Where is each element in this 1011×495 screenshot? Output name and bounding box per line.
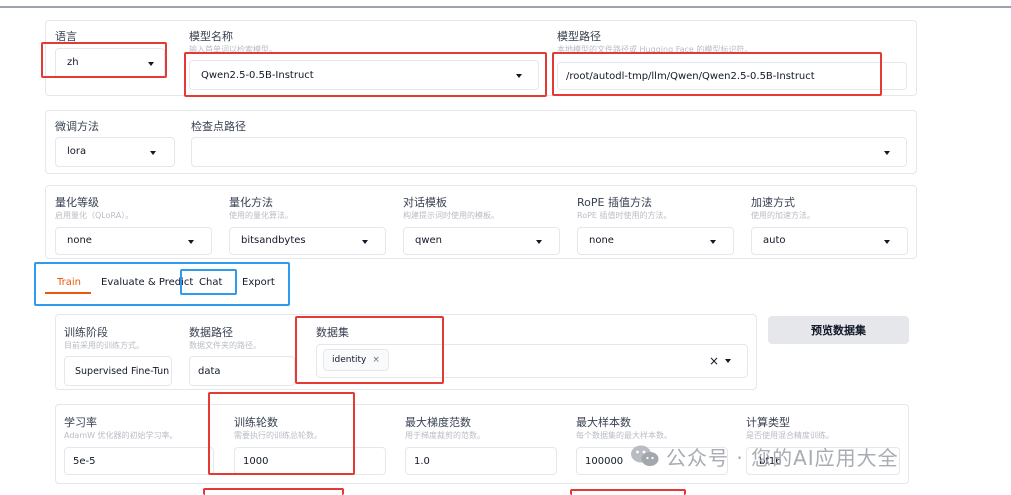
stage-hint: 目前采用的训练方式。	[64, 341, 144, 350]
lr-input[interactable]: 5e-5	[64, 447, 214, 475]
max-samples-label: 最大样本数	[576, 416, 631, 429]
annotation-box-bottom-2	[570, 489, 686, 495]
max-samples-value: 100000	[585, 456, 624, 467]
close-icon[interactable]: ×	[372, 355, 380, 365]
checkpoint-label: 检查点路径	[191, 120, 246, 133]
finetune-method-label: 微调方法	[55, 120, 99, 133]
epochs-input[interactable]: 1000	[234, 447, 386, 475]
quant-bit-label: 量化等级	[55, 196, 99, 209]
chevron-down-icon	[188, 240, 194, 244]
finetune-method-select[interactable]: lora	[55, 137, 175, 167]
model-path-label: 模型路径	[557, 30, 601, 43]
chevron-down-icon	[884, 240, 890, 244]
model-name-select[interactable]: Qwen2.5-0.5B-Instruct	[189, 60, 539, 90]
clear-icon[interactable]: ×	[709, 354, 719, 368]
checkpoint-select[interactable]	[191, 137, 907, 167]
booster-hint: 使用的加速方法。	[751, 211, 815, 220]
lr-hint: AdamW 优化器的初始学习率。	[64, 431, 178, 440]
tab-evaluate-predict[interactable]: Evaluate & Predict	[101, 277, 193, 288]
annotation-box-bottom-1	[203, 488, 344, 495]
model-name-value: Qwen2.5-0.5B-Instruct	[201, 70, 314, 81]
grad-norm-hint: 用于梯度裁剪的范数。	[405, 431, 485, 440]
watermark: 公众号 · 您的AI应用大全	[630, 440, 899, 472]
quant-method-hint: 使用的量化算法。	[229, 211, 293, 220]
model-path-hint: 本地模型的文件路径或 Hugging Face 的模型标识符。	[557, 45, 753, 54]
compute-type-label: 计算类型	[746, 416, 790, 429]
template-select[interactable]: qwen	[403, 227, 560, 255]
tab-train-underline	[45, 292, 91, 294]
language-label: 语言	[55, 30, 77, 43]
dataset-label: 数据集	[316, 326, 349, 339]
booster-value: auto	[763, 235, 786, 246]
chevron-down-icon	[884, 151, 890, 155]
epochs-value: 1000	[243, 456, 269, 467]
model-name-label: 模型名称	[189, 30, 233, 43]
booster-select[interactable]: auto	[751, 227, 908, 255]
dataset-dir-label: 数据路径	[189, 326, 233, 339]
grad-norm-input[interactable]: 1.0	[405, 447, 557, 475]
model-path-input[interactable]: /root/autodl-tmp/llm/Qwen/Qwen2.5-0.5B-I…	[557, 62, 907, 90]
dataset-dir-hint: 数据文件夹的路径。	[189, 341, 261, 350]
quant-bit-value: none	[67, 235, 92, 246]
watermark-text: 公众号 · 您的AI应用大全	[666, 445, 899, 470]
epochs-label: 训练轮数	[234, 416, 278, 429]
quant-bit-select[interactable]: none	[55, 227, 212, 255]
dataset-chip-label: identity	[332, 355, 367, 365]
epochs-hint: 需要执行的训练总轮数。	[234, 431, 322, 440]
rope-select[interactable]: none	[577, 227, 734, 255]
model-path-value: /root/autodl-tmp/llm/Qwen/Qwen2.5-0.5B-I…	[566, 71, 815, 82]
lr-label: 学习率	[64, 416, 97, 429]
dataset-dir-value: data	[198, 366, 221, 377]
rope-value: none	[589, 235, 614, 246]
template-value: qwen	[415, 235, 443, 246]
finetune-method-value: lora	[67, 146, 87, 157]
template-label: 对话模板	[403, 196, 447, 209]
chevron-down-icon	[362, 240, 368, 244]
stage-select[interactable]: Supervised Fine-Tun	[64, 356, 172, 386]
dataset-dir-input[interactable]: data	[189, 356, 295, 386]
dataset-chip-identity[interactable]: identity ×	[323, 349, 389, 371]
preview-dataset-button[interactable]: 预览数据集	[768, 316, 909, 344]
booster-label: 加速方式	[751, 196, 795, 209]
top-divider	[0, 6, 1011, 8]
wechat-icon	[631, 445, 659, 466]
lr-value: 5e-5	[73, 456, 96, 467]
chevron-down-icon[interactable]	[725, 359, 731, 363]
chevron-down-icon	[710, 240, 716, 244]
tab-chat[interactable]: Chat	[199, 277, 222, 288]
rope-label: RoPE 插值方法	[577, 196, 652, 209]
rope-hint: RoPE 插值时使用的方法。	[577, 211, 672, 220]
quant-bit-hint: 启用量化（QLoRA）。	[55, 211, 134, 220]
language-value: zh	[67, 57, 79, 68]
language-select[interactable]: zh	[55, 48, 165, 78]
chevron-down-icon	[516, 74, 522, 78]
quant-method-select[interactable]: bitsandbytes	[229, 227, 386, 255]
stage-label: 训练阶段	[64, 326, 108, 339]
stage-value: Supervised Fine-Tun	[75, 366, 170, 377]
tab-export[interactable]: Export	[242, 277, 275, 288]
chevron-down-icon	[148, 62, 154, 66]
quant-method-label: 量化方法	[229, 196, 273, 209]
tab-train[interactable]: Train	[57, 277, 81, 288]
grad-norm-value: 1.0	[414, 456, 430, 467]
grad-norm-label: 最大梯度范数	[405, 416, 471, 429]
chevron-down-icon	[536, 240, 542, 244]
chevron-down-icon	[150, 151, 156, 155]
template-hint: 构建提示词时使用的模板。	[403, 211, 499, 220]
quant-method-value: bitsandbytes	[241, 235, 306, 246]
model-name-hint: 输入首单词以检索模型。	[189, 45, 277, 54]
